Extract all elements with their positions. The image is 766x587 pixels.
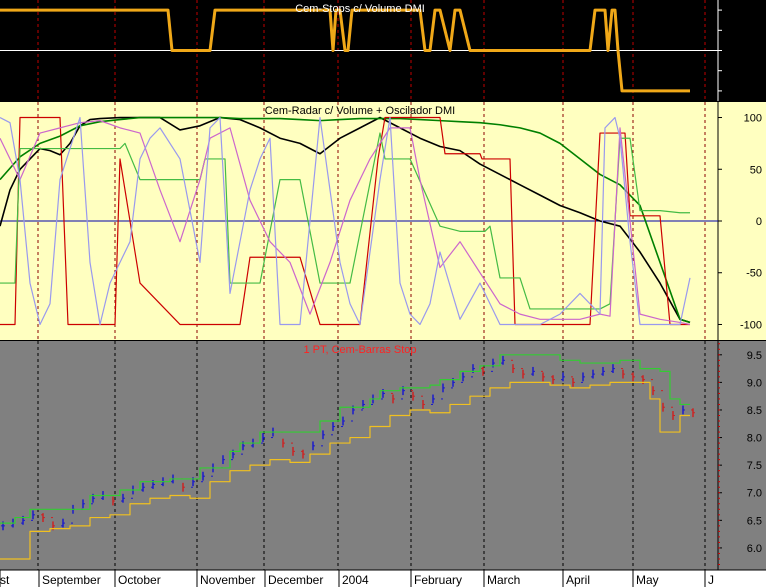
- y-tick-label: 1.0: [747, 5, 762, 17]
- panel-1-title: Cem-Stops c/ Volume DMI: [295, 3, 425, 15]
- x-tick-label: May: [636, 573, 659, 587]
- y-tick-label: 9.5: [747, 350, 762, 362]
- x-tick-label: st: [0, 573, 10, 587]
- x-tick-label: September: [42, 573, 101, 587]
- y-tick-label: 0.5: [747, 25, 762, 37]
- y-tick-label: 0.0: [747, 46, 762, 58]
- panel-3-title: 1 PT, Cem-Barras Stop: [303, 344, 416, 356]
- y-tick-label: -100: [740, 319, 762, 331]
- x-tick-label: March: [487, 573, 520, 587]
- y-tick-label: 8.0: [747, 433, 762, 445]
- y-tick-label: 7.0: [747, 488, 762, 500]
- x-tick-label: November: [200, 573, 255, 587]
- y-tick-label: 6.0: [747, 543, 762, 555]
- y-tick-label: 9.0: [747, 377, 762, 389]
- y-tick-label: 0: [756, 216, 762, 228]
- x-tick-label: February: [414, 573, 462, 587]
- y-tick-label: 8.5: [747, 405, 762, 417]
- y-tick-label: -1.0: [743, 86, 762, 98]
- chart-canvas: 1.0 0.5 0.0 -0.5 -1.0 Cem-Stops c/ Volume DMI…: [0, 0, 766, 587]
- x-tick-label: December: [268, 573, 323, 587]
- y-tick-label: 50: [750, 164, 762, 176]
- y-tick-label: 100: [744, 113, 762, 125]
- y-tick-label: -0.5: [743, 66, 762, 78]
- y-tick-label: -50: [746, 268, 762, 280]
- x-tick-label: 2004: [342, 573, 369, 587]
- panel-2-title: Cem-Radar c/ Volume + Oscilador DMI: [265, 105, 455, 117]
- x-tick-label: October: [118, 573, 161, 587]
- y-tick-label: 7.5: [747, 460, 762, 472]
- chart-window: 1.0 0.5 0.0 -0.5 -1.0 Cem-Stops c/ Volume DMI…: [0, 0, 766, 587]
- x-tick-label: April: [566, 573, 590, 587]
- y-tick-label: 6.5: [747, 515, 762, 527]
- x-tick-label: J: [708, 573, 714, 587]
